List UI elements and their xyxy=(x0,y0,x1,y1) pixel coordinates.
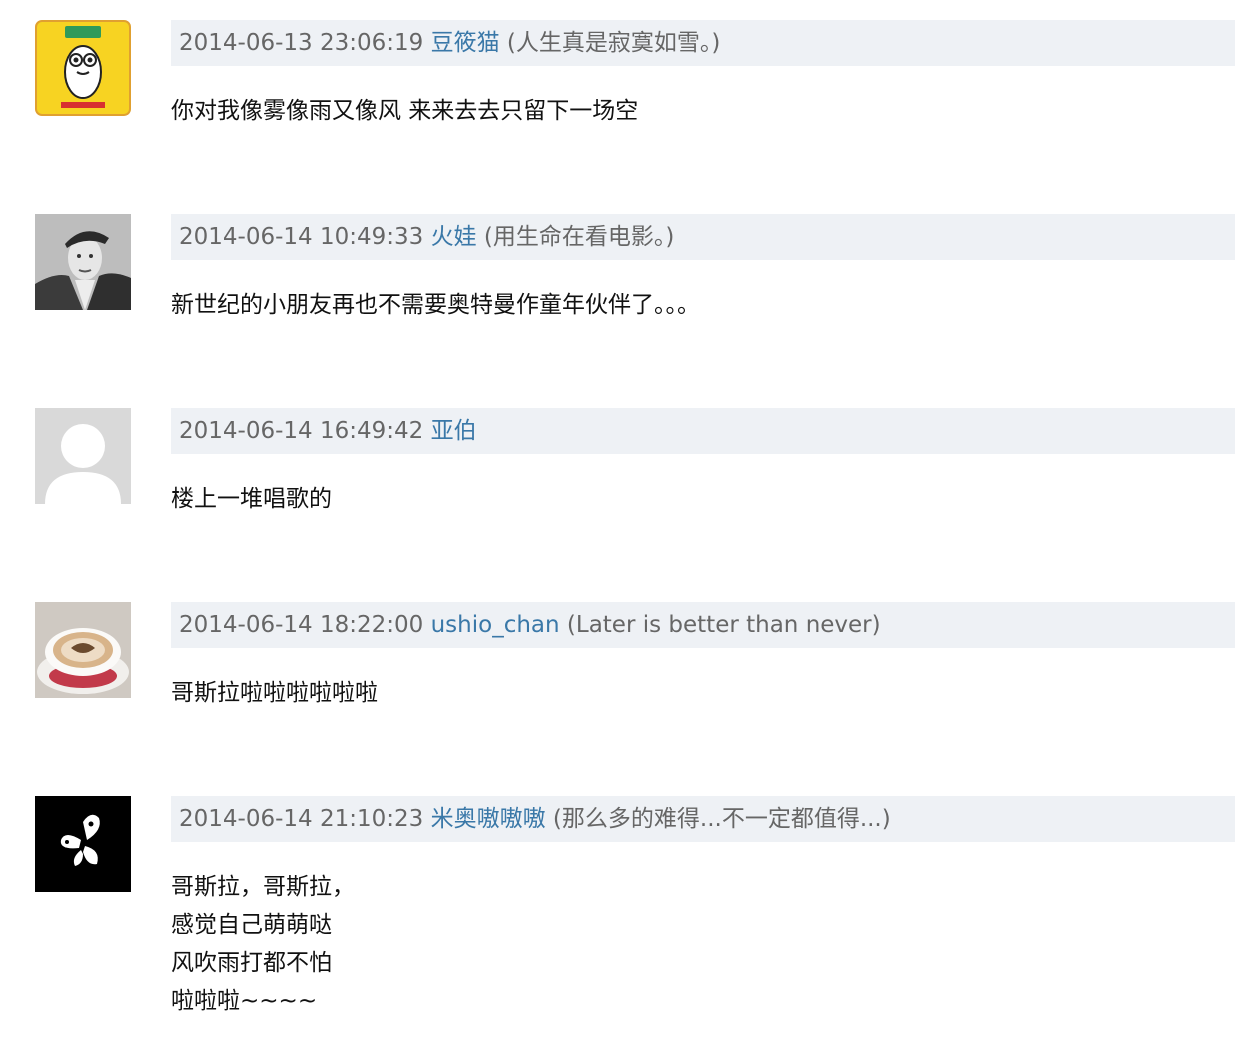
default-user-icon xyxy=(35,408,131,504)
comment-text-line: 感觉自己萌萌哒 xyxy=(171,912,332,938)
coffee-cup-icon xyxy=(35,602,131,698)
user-avatar[interactable] xyxy=(35,20,131,116)
comment-body: 新世纪的小朋友再也不需要奥特曼作童年伙伴了。。。 xyxy=(171,286,1235,324)
portrait-photo-icon xyxy=(35,214,131,310)
author-signature: (用生命在看电影。) xyxy=(483,224,675,250)
comment-time: 2014-06-14 10:49:33 xyxy=(179,224,424,250)
comment-author-link[interactable]: ushio_chan xyxy=(431,612,560,638)
comment-header: 2014-06-13 23:06:19 豆筱猫 (人生真是寂寞如雪。) xyxy=(171,20,1235,66)
comment-author-link[interactable]: 米奥嗷嗷嗷 xyxy=(431,806,546,832)
comment-text-line: 哥斯拉啦啦啦啦啦啦 xyxy=(171,680,378,706)
comment-author-link[interactable]: 亚伯 xyxy=(431,418,477,444)
comment-text-line: 新世纪的小朋友再也不需要奥特曼作童年伙伴了。。。 xyxy=(171,292,700,318)
comment-text-line: 你对我像雾像雨又像风 来来去去只留下一场空 xyxy=(171,98,639,124)
comment-body: 楼上一堆唱歌的 xyxy=(171,480,1235,518)
cartoon-penguin-icon xyxy=(35,20,131,116)
comment-time: 2014-06-14 16:49:42 xyxy=(179,418,424,444)
author-signature: (Later is better than never) xyxy=(566,612,881,638)
user-avatar[interactable] xyxy=(35,408,131,504)
comment-time: 2014-06-13 23:06:19 xyxy=(179,30,424,56)
user-avatar[interactable] xyxy=(35,214,131,310)
user-avatar[interactable] xyxy=(35,602,131,698)
comment-time: 2014-06-14 21:10:23 xyxy=(179,806,424,832)
user-avatar[interactable] xyxy=(35,796,131,892)
comment-text-line: 啦啦啦~~~~ xyxy=(171,988,318,1014)
comment-text-line: 风吹雨打都不怕 xyxy=(171,950,332,976)
comment-author-link[interactable]: 豆筱猫 xyxy=(431,30,500,56)
comment-text-line: 哥斯拉，哥斯拉， xyxy=(171,874,355,900)
comment-author-link[interactable]: 火娃 xyxy=(431,224,477,250)
comment-body: 你对我像雾像雨又像风 来来去去只留下一场空 xyxy=(171,92,1235,130)
comment-time: 2014-06-14 18:22:00 xyxy=(179,612,424,638)
author-signature: (那么多的难得...不一定都值得...) xyxy=(552,806,891,832)
comment-header: 2014-06-14 16:49:42 亚伯 xyxy=(171,408,1235,454)
comment-header: 2014-06-14 18:22:00 ushio_chan (Later is… xyxy=(171,602,1235,648)
comment-body: 哥斯拉，哥斯拉， 感觉自己萌萌哒 风吹雨打都不怕 啦啦啦~~~~ xyxy=(171,868,1235,1020)
comment-text-line: 楼上一堆唱歌的 xyxy=(171,486,332,512)
comment-header: 2014-06-14 10:49:33 火娃 (用生命在看电影。) xyxy=(171,214,1235,260)
comment-body: 哥斯拉啦啦啦啦啦啦 xyxy=(171,674,1235,712)
author-signature: (人生真是寂寞如雪。) xyxy=(506,30,721,56)
butterfly-icon xyxy=(35,796,131,892)
comment-header: 2014-06-14 21:10:23 米奥嗷嗷嗷 (那么多的难得...不一定都… xyxy=(171,796,1235,842)
